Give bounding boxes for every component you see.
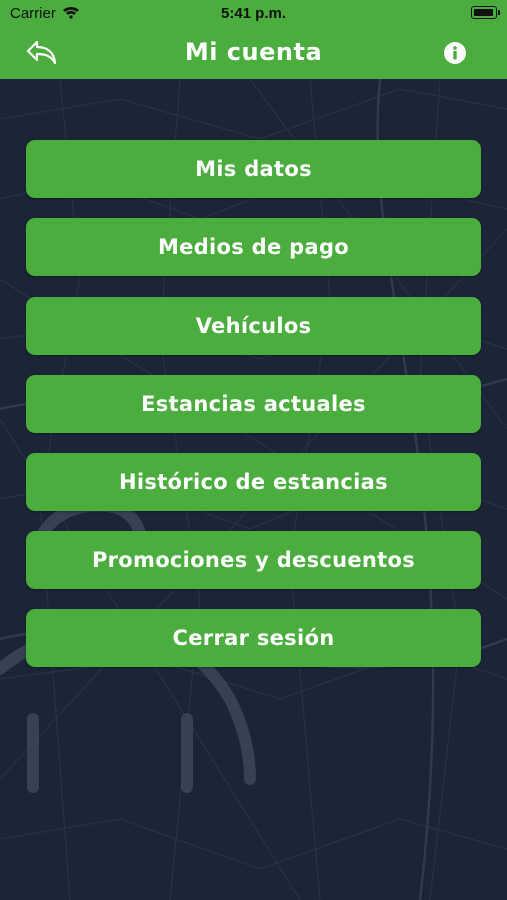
status-time: 5:41 p.m. bbox=[220, 5, 287, 22]
navigation-bar: Mi cuenta bbox=[0, 27, 507, 79]
content-area: Mis datos Medios de pago Vehículos Estan… bbox=[0, 79, 507, 900]
menu-item-medios-de-pago[interactable]: Medios de pago bbox=[26, 218, 481, 276]
battery-fill bbox=[474, 9, 493, 16]
menu-item-vehiculos[interactable]: Vehículos bbox=[26, 297, 481, 355]
menu-item-estancias-actuales[interactable]: Estancias actuales bbox=[26, 375, 481, 433]
screen: Carrier 5:41 p.m. Mi cuenta Mis datos Me… bbox=[0, 0, 507, 900]
status-bar: Carrier 5:41 p.m. bbox=[0, 0, 507, 27]
battery-icon bbox=[471, 6, 500, 19]
menu-item-cerrar-sesion[interactable]: Cerrar sesión bbox=[26, 609, 481, 667]
page-title: Mi cuenta bbox=[184, 38, 323, 66]
menu-item-promociones-y-descuentos[interactable]: Promociones y descuentos bbox=[26, 531, 481, 589]
info-icon bbox=[444, 42, 466, 64]
menu-item-historico-de-estancias[interactable]: Histórico de estancias bbox=[26, 453, 481, 511]
info-button[interactable] bbox=[443, 41, 467, 65]
menu-item-mis-datos[interactable]: Mis datos bbox=[26, 140, 481, 198]
